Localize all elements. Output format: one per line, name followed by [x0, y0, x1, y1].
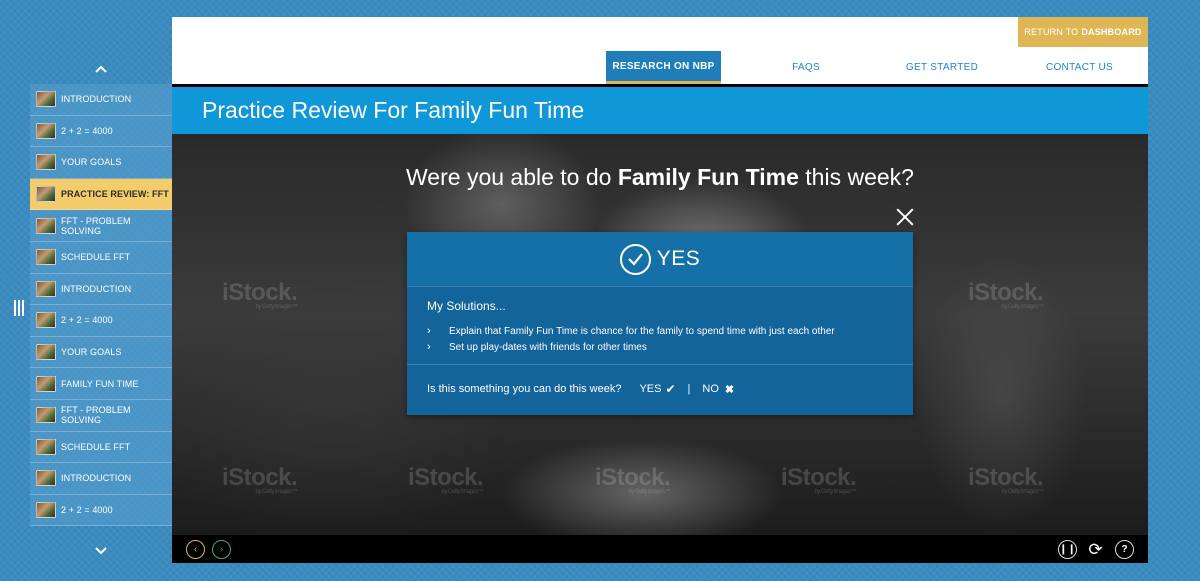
sidebar-item[interactable]: 2 + 2 = 4000: [30, 115, 172, 148]
watermark-logo: iStock. by Getty Images™: [781, 464, 857, 495]
sidebar-item[interactable]: SCHEDULE FFT: [30, 431, 172, 464]
no-button[interactable]: NO ✖: [702, 383, 734, 396]
sidebar-item-label: YOUR GOALS: [61, 347, 122, 358]
return-to-dashboard-button[interactable]: RETURN TO DASHBOARD: [1018, 17, 1148, 47]
chapter-thumbnail: [36, 280, 56, 297]
lesson-frame: RETURN TO DASHBOARD RESEARCH ON NBP FAQS…: [172, 17, 1148, 563]
yes-button[interactable]: YES ✔: [639, 382, 675, 396]
dashboard-button-bold: DASHBOARD: [1081, 27, 1142, 37]
page-title: Practice Review For Family Fun Time: [172, 87, 1148, 134]
sidebar-item[interactable]: FFT - PROBLEM SOLVING: [30, 399, 172, 432]
sidebar-item-label: INTRODUCTION: [61, 283, 132, 294]
yes-button-label: YES: [639, 383, 662, 395]
sidebar-item[interactable]: PRACTICE REVIEW: FFT: [30, 178, 172, 211]
video-stage: iStock. by Getty Images™ iStock. by Getty …: [172, 134, 1148, 535]
answer-modal: YES My Solutions... › Explain that Famil…: [407, 232, 913, 415]
watermark-logo: iStock. by Getty Images™: [222, 279, 298, 310]
chapter-thumbnail: [36, 186, 56, 203]
chapter-list: INTRODUCTION 2 + 2 = 4000 YOUR GOALS PRACTI…: [30, 84, 172, 527]
replay-icon[interactable]: ⟳: [1086, 540, 1105, 559]
solutions-section: My Solutions... › Explain that Family Fu…: [407, 287, 913, 365]
top-bar: RETURN TO DASHBOARD RESEARCH ON NBP FAQS…: [172, 17, 1148, 84]
check-circle-icon: [619, 243, 651, 275]
x-mark-icon: ✖: [724, 383, 735, 396]
chapter-sidebar: INTRODUCTION 2 + 2 = 4000 YOUR GOALS PRACTI…: [30, 55, 172, 565]
watermark-logo: iStock. by Getty Images™: [968, 464, 1044, 495]
sidebar-item[interactable]: 2 + 2 = 4000: [30, 494, 172, 527]
answer-row: Is this something you can do this week? …: [407, 365, 913, 413]
nav-get-started[interactable]: GET STARTED: [892, 51, 992, 84]
watermark-logo: iStock. by Getty Images™: [222, 464, 298, 495]
sidebar-item[interactable]: 2 + 2 = 4000: [30, 305, 172, 337]
checkmark-icon: ✔: [665, 382, 676, 396]
sidebar-item-label: FFT - PROBLEM SOLVING: [61, 405, 131, 426]
nav-research-on-nbp[interactable]: RESEARCH ON NBP: [606, 51, 721, 84]
no-button-label: NO: [702, 383, 719, 395]
sidebar-item[interactable]: FFT - PROBLEM SOLVING: [30, 210, 172, 242]
sidebar-item-label: 2 + 2 = 4000: [61, 315, 113, 326]
chapter-thumbnail: [36, 91, 56, 108]
solution-item: › Set up play-dates with friends for oth…: [427, 339, 893, 355]
chapter-thumbnail: [36, 407, 56, 424]
solution-item: › Explain that Family Fun Time is chance…: [427, 323, 893, 339]
solution-text: Set up play-dates with friends for other…: [449, 341, 647, 353]
chapter-thumbnail: [36, 249, 56, 266]
chapter-thumbnail: [36, 344, 56, 361]
watermark-logo: iStock. by Getty Images™: [595, 464, 671, 495]
question-post: this week?: [805, 164, 914, 190]
main-nav: RESEARCH ON NBP FAQS GET STARTED CONTACT…: [172, 51, 1148, 84]
chapter-thumbnail: [36, 312, 56, 329]
nav-faqs[interactable]: FAQS: [766, 51, 846, 84]
chapter-thumbnail: [36, 438, 56, 455]
close-icon[interactable]: [896, 208, 914, 226]
pause-icon[interactable]: ❙❙: [1058, 540, 1077, 559]
modal-header: YES: [407, 232, 913, 287]
sidebar-item-label: 2 + 2 = 4000: [61, 125, 113, 136]
chapter-thumbnail: [36, 470, 56, 487]
sidebar-scroll-down-icon[interactable]: [30, 537, 172, 565]
chevron-right-icon: ›: [427, 341, 431, 353]
watermark-logo: iStock. by Getty Images™: [968, 279, 1044, 310]
question-pre: Were you able to do: [406, 164, 612, 190]
solution-text: Explain that Family Fun Time is chance f…: [449, 325, 835, 337]
chapter-thumbnail: [36, 502, 56, 519]
sidebar-item[interactable]: FAMILY FUN TIME: [30, 368, 172, 400]
sidebar-item[interactable]: INTRODUCTION: [30, 273, 172, 306]
dashboard-button-prefix: RETURN TO: [1024, 27, 1079, 37]
sidebar-item[interactable]: INTRODUCTION: [30, 84, 172, 116]
sidebar-item-label: SCHEDULE FFT: [61, 441, 131, 452]
answer-separator: |: [687, 383, 691, 395]
solutions-title: My Solutions...: [427, 299, 506, 313]
sidebar-item[interactable]: YOUR GOALS: [30, 336, 172, 369]
sidebar-item-label: YOUR GOALS: [61, 157, 122, 168]
answer-prompt: Is this something you can do this week?: [427, 383, 622, 395]
sidebar-item[interactable]: SCHEDULE FFT: [30, 241, 172, 274]
previous-arrow-icon[interactable]: ‹: [186, 540, 205, 559]
help-icon[interactable]: ?: [1115, 540, 1134, 559]
sidebar-toggle-handle-icon[interactable]: [14, 300, 24, 316]
player-controls: ‹ › ❙❙ ⟳ ?: [172, 535, 1148, 563]
sidebar-item-label: FAMILY FUN TIME: [61, 378, 139, 389]
chapter-thumbnail: [36, 217, 56, 234]
sidebar-item-label: PRACTICE REVIEW: FFT: [61, 189, 169, 200]
watermark-logo: iStock. by Getty Images™: [408, 464, 484, 495]
sidebar-scroll-up-icon[interactable]: [30, 55, 172, 83]
sidebar-item-label: SCHEDULE FFT: [61, 252, 131, 263]
sidebar-item-label: INTRODUCTION: [61, 94, 132, 105]
answer-label: YES: [656, 247, 701, 270]
chapter-thumbnail: [36, 122, 56, 139]
sidebar-item[interactable]: YOUR GOALS: [30, 147, 172, 179]
sidebar-item-label: INTRODUCTION: [61, 473, 132, 484]
sidebar-item-label: 2 + 2 = 4000: [61, 505, 113, 516]
chapter-thumbnail: [36, 154, 56, 171]
question-bold: Family Fun Time: [617, 164, 799, 190]
chevron-right-icon: ›: [427, 325, 431, 337]
nav-contact-us[interactable]: CONTACT US: [1032, 51, 1127, 84]
sidebar-item[interactable]: INTRODUCTION: [30, 463, 172, 495]
chapter-thumbnail: [36, 375, 56, 392]
sidebar-item-label: FFT - PROBLEM SOLVING: [61, 215, 131, 236]
next-arrow-icon[interactable]: ›: [212, 540, 231, 559]
question-heading: Were you able to do Family Fun Time this…: [172, 164, 1148, 191]
